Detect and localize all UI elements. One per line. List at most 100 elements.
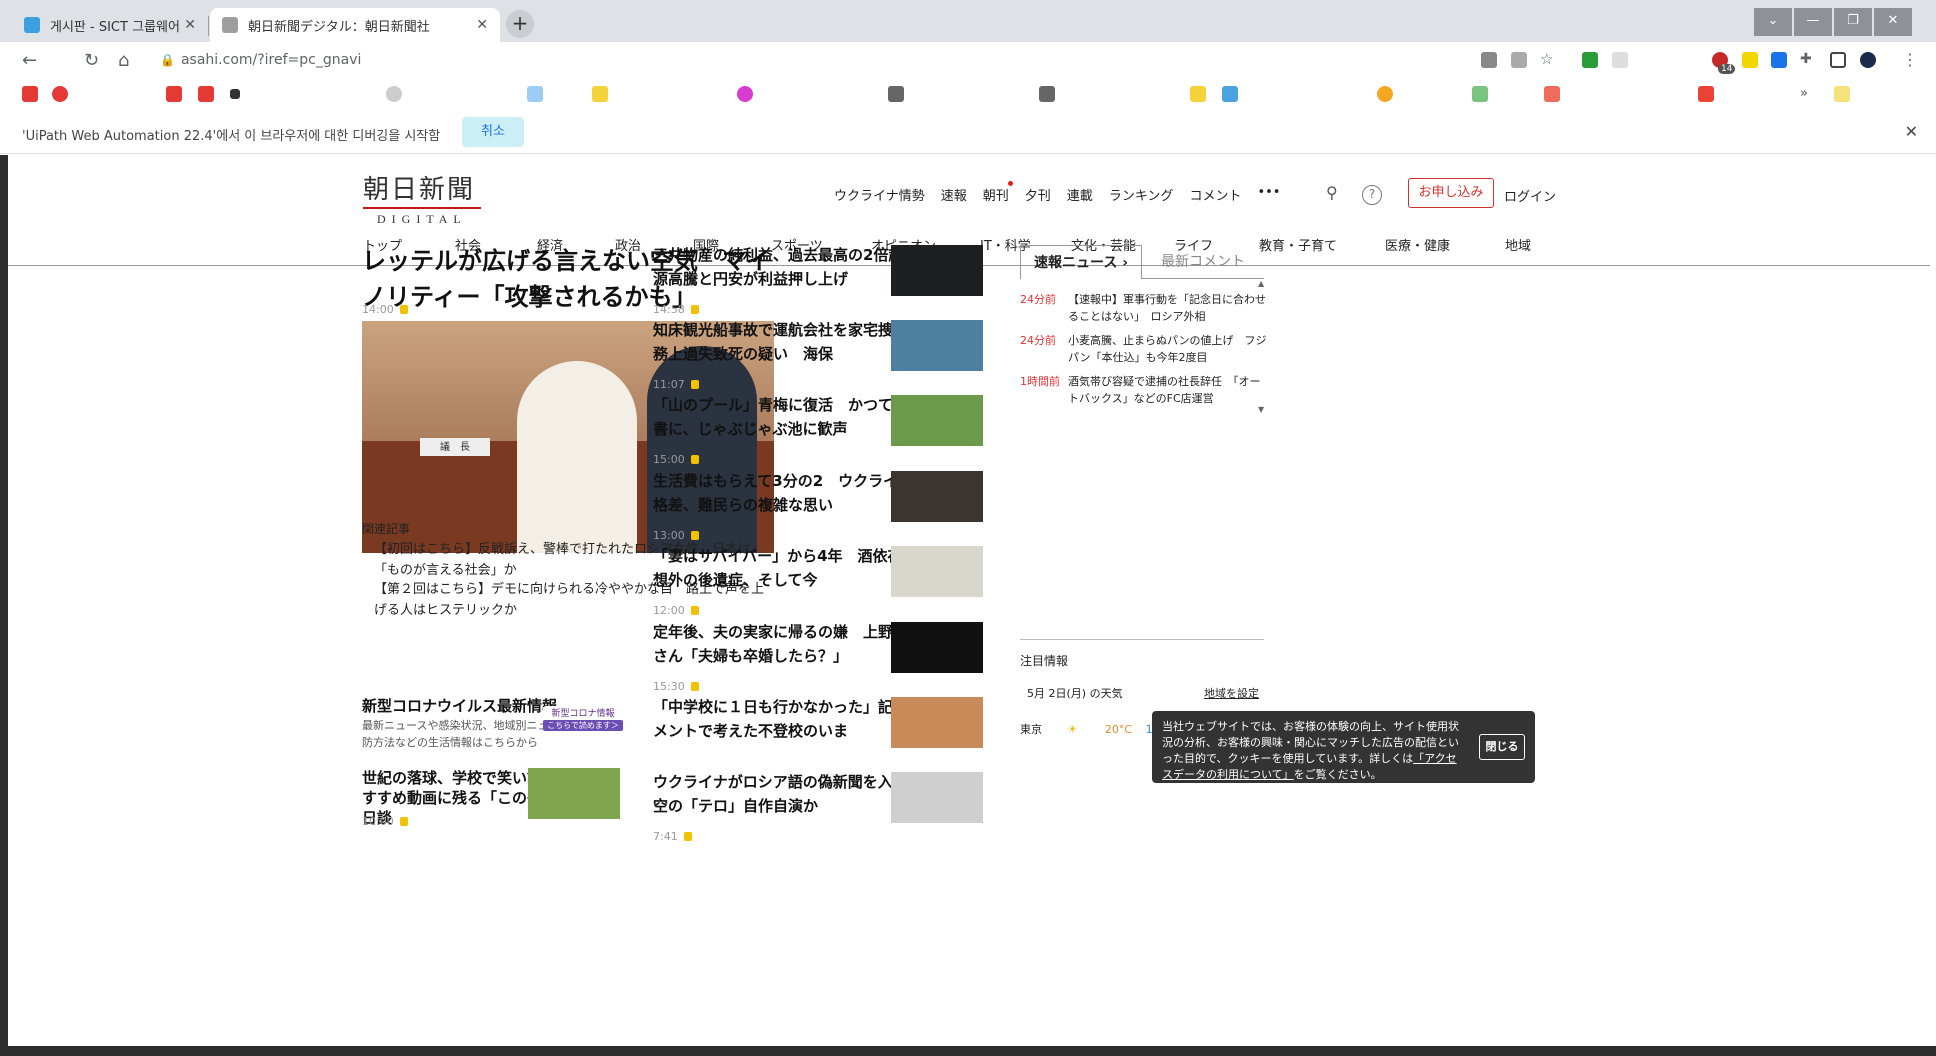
translate-icon[interactable] [1481,52,1497,68]
restore-button[interactable]: ❐ [1834,8,1872,36]
lock-icon [690,455,699,464]
youtube-bookmark-icon[interactable] [166,86,182,102]
subscribe-button[interactable]: お申し込み [1408,178,1494,208]
bookmark-star-icon[interactable]: ☆ [1540,50,1553,68]
asahi-favicon-icon [222,17,238,33]
bookmark-icon[interactable] [527,86,543,102]
back-icon[interactable]: ← [22,50,37,71]
lock-icon [690,305,699,314]
youtube-bookmark-icon[interactable] [22,86,38,102]
bookmark-icon[interactable] [592,86,608,102]
close-icon[interactable]: ✕ [184,17,196,33]
cookie-banner: 当社ウェブサイトでは、お客様の体験の向上、サイト使用状況の分析、お客様の興味・関… [1152,711,1535,783]
menu-kebab-icon[interactable]: ⋮ [1902,50,1918,69]
covid-banner[interactable]: 新型コロナ情報 こちらで読めます＞ [543,706,623,734]
nav-breaking[interactable]: 速報 [941,185,967,204]
help-icon[interactable]: ? [1362,185,1382,205]
nav-morning[interactable]: 朝刊 [983,181,1013,204]
cat-education[interactable]: 教育・子育て [1259,235,1337,254]
book-icon[interactable] [888,86,904,102]
news-item[interactable]: 1時間前 酒気帯び容疑で逮捕の社長辞任 「オートバックス」などのFC店運営 [1020,373,1270,407]
article-thumbnail [891,622,983,673]
weather-row: 東京 ☀ 20°C 11°C [1020,721,1173,737]
news-text: 【速報中】軍事行動を「記念日に合わせることはない」 ロシア外相 [1068,293,1266,323]
debugging-infobar: 'UiPath Web Automation 22.4'에서 이 브라우저에 대… [0,112,1936,154]
folder-icon[interactable] [1834,86,1850,102]
news-time: 24分前 [1020,293,1056,306]
nav-more[interactable]: ••• [1257,185,1280,204]
bookmark-icon[interactable] [386,86,402,102]
window-close-button[interactable]: ✕ [1874,8,1912,36]
more-bookmarks-icon[interactable]: » [1800,86,1808,101]
new-tab-button[interactable]: + [506,10,534,38]
bookmark-icon[interactable] [230,89,240,99]
tab-breaking-news[interactable]: 速報ニュース › [1020,245,1142,279]
bookmark-icon[interactable] [52,86,68,102]
article-meta: 12:00 [653,599,699,618]
timestamp: 14:58 [653,303,685,316]
cancel-debug-button[interactable]: 취소 [462,117,524,147]
cookie-close-button[interactable]: 閉じる [1479,734,1525,760]
book-icon[interactable] [1039,86,1055,102]
tab-groupware[interactable]: 게시판 - SICT 그룹웨어 ✕ [12,8,208,42]
bookmark-icon[interactable] [737,86,753,102]
profile-avatar[interactable] [1860,52,1876,68]
home-icon[interactable]: ⌂ [118,50,129,71]
bookmark-icon[interactable] [1222,86,1238,102]
news-item[interactable]: 24分前 小麦高騰、止まらぬパンの値上げ フジパン「本仕込」も今年2度目 [1020,332,1270,366]
nav-comment[interactable]: コメント [1189,185,1241,204]
extension-badge: 14 [1718,64,1736,74]
tab-search-button[interactable]: ⌄ [1754,8,1792,36]
cat-health[interactable]: 医療・健康 [1385,235,1450,254]
timestamp: 15:30 [653,680,685,693]
timestamp: 13:00 [653,529,685,542]
nav-series[interactable]: 連載 [1067,185,1093,204]
covid-headline[interactable]: 新型コロナウイルス最新情報 [362,695,557,716]
article-thumbnail [891,471,983,522]
infobar-message: 'UiPath Web Automation 22.4'에서 이 브라우저에 대… [22,129,441,144]
tab-latest-comments[interactable]: 最新コメント [1142,245,1264,279]
related-heading: 関連記事 [362,522,411,536]
reload-icon[interactable]: ↻ [84,50,99,71]
youtube-bookmark-icon[interactable] [198,86,214,102]
side-panel-icon[interactable] [1830,52,1846,68]
list-item[interactable]: 「妻はサバイバー」から4年 酒依存で予想外の後遺症、そして今 12:00 [653,544,1203,619]
minimize-button[interactable]: — [1794,8,1832,36]
sun-cloud-icon: ☀ [1067,723,1078,736]
search-icon[interactable]: ⚲ [1326,183,1338,202]
login-link[interactable]: ログイン [1504,186,1556,205]
bookmark-icon[interactable] [1544,86,1560,102]
extension-icon[interactable] [1612,52,1628,68]
url-text: asahi.com/?iref=pc_gnavi [180,52,362,68]
news-tabs: 速報ニュース › 最新コメント [1020,245,1264,279]
close-icon[interactable]: ✕ [1905,122,1918,141]
tab-asahi[interactable]: 朝日新聞デジタル：朝日新聞社 ✕ [210,8,500,42]
news-item[interactable]: 24分前 【速報中】軍事行動を「記念日に合わせることはない」 ロシア外相 [1020,291,1270,325]
list-item[interactable]: ウクライナがロシア語の偽新聞を入手 架空の「テロ」自作自演か 7:41 [653,770,1203,845]
share-icon[interactable] [1511,52,1527,68]
bookmark-icon[interactable] [1190,86,1206,102]
cat-region[interactable]: 地域 [1505,235,1531,254]
nav-ranking[interactable]: ランキング [1109,185,1174,204]
scroll-down-icon[interactable]: ▼ [1258,405,1264,414]
close-icon[interactable]: ✕ [476,17,488,33]
asahi-logo[interactable]: 朝日新聞 DIGITAL [363,169,503,227]
gmail-icon[interactable] [1698,86,1714,102]
window-edge [0,155,8,1055]
url-field[interactable]: 🔒 asahi.com/?iref=pc_gnavi [160,52,361,68]
extension-icon[interactable] [1742,52,1758,68]
attention-heading: 注目情報 [1020,654,1069,668]
nav-evening[interactable]: 夕刊 [1025,185,1051,204]
nav-ukraine[interactable]: ウクライナ情勢 [834,185,925,204]
high-temp: 20°C [1104,723,1133,736]
puzzle-icon[interactable]: ✚ [1800,51,1812,67]
set-region-link[interactable]: 地域を設定 [1204,685,1259,701]
uipath-icon[interactable] [1771,52,1787,68]
lock-icon [690,380,699,389]
list-item[interactable]: 生活費はもらえて3分の2 ウクライナとの格差、難民らの複雑な思い 13:00 [653,469,1203,544]
extension-icon[interactable] [1582,52,1598,68]
taskbar-edge [0,1046,1936,1056]
bookmark-icon[interactable] [1377,86,1393,102]
bookmark-icon[interactable] [1472,86,1488,102]
scroll-up-icon[interactable]: ▲ [1258,279,1264,288]
